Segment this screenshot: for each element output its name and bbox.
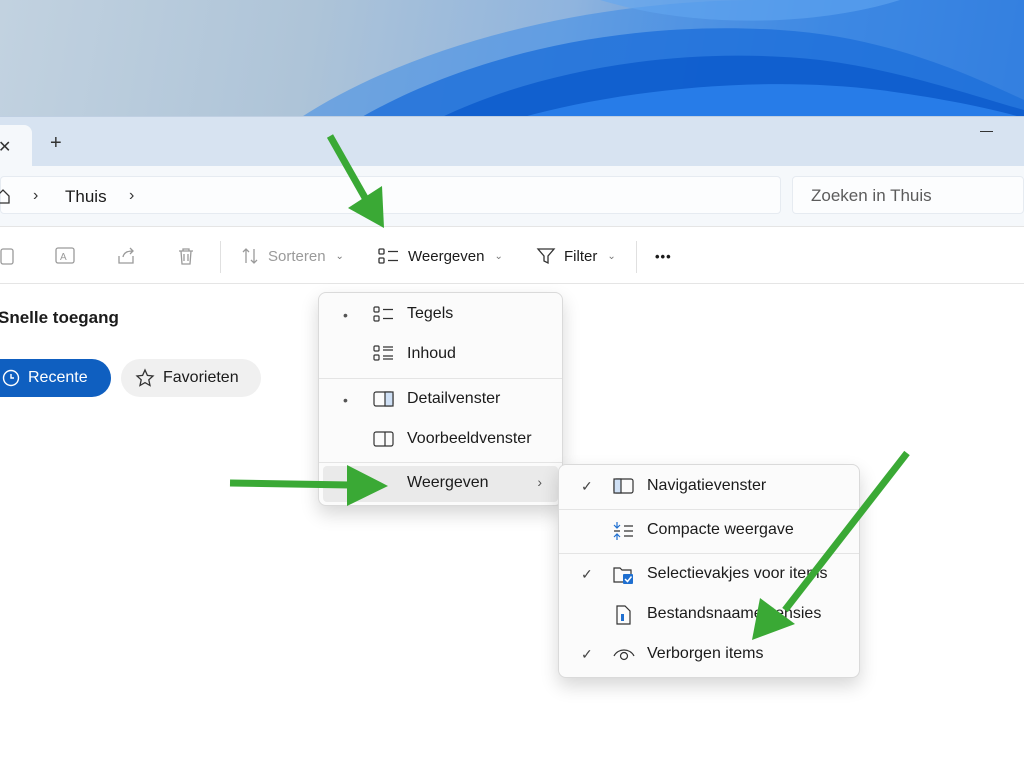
recent-filter-button[interactable]: Recente [0,359,111,397]
menu-item-compact-view[interactable]: Compacte weergave [563,513,855,549]
toolbar-divider [220,241,221,273]
star-icon [135,368,155,387]
chevron-down-icon: ⌄ [607,250,616,262]
tab-home[interactable]: ✕ [0,125,32,167]
view-label: Weergeven [408,247,485,265]
menu-item-tiles[interactable]: • Tegels [323,297,558,333]
share-icon [118,247,134,264]
menu-item-label: Detailvenster [407,390,501,407]
address-row: › Thuis › Zoeken in Thuis [0,166,1024,226]
delete-button[interactable] [176,227,196,285]
section-title: Snelle toegang [0,308,119,327]
menu-separator [319,378,562,379]
menu-item-label: Voorbeeldvenster [407,430,532,447]
menu-item-label: Weergeven [407,474,489,491]
filter-button[interactable]: Filter ⌄ [536,227,616,285]
search-placeholder: Zoeken in Thuis [811,186,932,205]
recent-label: Recente [28,369,88,386]
chevron-down-icon: ⌄ [494,250,503,262]
menu-item-label: Inhoud [407,345,456,362]
menu-item-label: Navigatievenster [647,477,767,494]
chevron-down-icon: ⌄ [335,250,344,262]
menu-item-preview-pane[interactable]: Voorbeeldvenster [323,422,558,458]
checkmark-icon: ✓ [581,646,593,662]
address-bar[interactable]: › Thuis › [0,176,781,214]
home-icon[interactable] [0,188,11,204]
details-pane-icon [373,391,394,407]
desktop-wallpaper [0,0,1024,118]
checkmark-icon: ✓ [581,478,593,494]
breadcrumb[interactable]: Thuis [65,187,107,207]
new-tab-button[interactable]: + [50,133,62,153]
rename-button[interactable]: A [55,227,77,285]
trash-icon [179,248,193,265]
favorites-label: Favorieten [163,369,239,386]
menu-separator [559,509,859,510]
file-extension-icon [616,605,631,625]
tiles-icon [373,306,393,322]
view-button[interactable]: Weergeven ⌄ [378,227,503,285]
share-button[interactable] [116,227,138,285]
search-input[interactable]: Zoeken in Thuis [792,176,1024,214]
compact-view-icon [613,522,633,540]
copy-button[interactable] [0,227,16,285]
close-tab-icon[interactable]: ✕ [0,137,11,157]
preview-pane-icon [373,431,394,447]
menu-item-content[interactable]: Inhoud [323,337,558,373]
view-menu: • Tegels Inhoud • Detailvenster Voorbeel… [318,292,563,506]
sort-button[interactable]: Sorteren ⌄ [240,227,344,285]
copy-icon [0,248,14,265]
sort-icon [242,248,258,264]
sort-label: Sorteren [268,247,326,265]
menu-item-item-checkboxes[interactable]: ✓ Selectievakjes voor items [563,557,855,593]
menu-item-navigation-pane[interactable]: ✓ Navigatievenster [563,469,855,505]
menu-separator [319,462,562,463]
checkbox-icon [613,567,633,584]
selected-bullet: • [343,392,348,408]
command-bar: A Sorteren ⌄ Weergeven ⌄ Filter ⌄ ••• [0,226,1024,284]
navigation-pane-icon [613,478,634,494]
menu-item-label: Verborgen items [647,645,764,662]
menu-item-file-extensions[interactable]: Bestandsnaamextensies [563,597,855,633]
chevron-right-icon[interactable]: › [33,187,38,205]
favorites-filter-button[interactable]: Favorieten [121,359,261,397]
show-submenu: ✓ Navigatievenster Compacte weergave ✓ S… [558,464,860,678]
toolbar-divider [636,241,637,273]
filter-icon [536,248,556,265]
filter-label: Filter [564,247,598,265]
view-icon [378,248,398,264]
more-options-button[interactable]: ••• [655,227,672,285]
menu-item-show[interactable]: Weergeven › [323,466,558,502]
minimize-button[interactable] [980,123,994,137]
menu-separator [559,553,859,554]
eye-icon [613,649,635,661]
menu-item-label: Bestandsnaamextensies [647,605,822,622]
rename-icon: A [55,247,75,264]
menu-item-label: Tegels [407,305,454,322]
menu-item-label: Compacte weergave [647,521,794,538]
menu-item-label: Selectievakjes voor items [647,565,828,582]
menu-item-details-pane[interactable]: • Detailvenster [323,382,558,418]
menu-item-hidden-items[interactable]: ✓ Verborgen items [563,637,855,673]
chevron-right-icon[interactable]: › [129,187,134,205]
chevron-right-icon: › [537,474,542,490]
tab-strip: ✕ + [0,116,1024,167]
svg-text:A: A [60,252,67,263]
selected-bullet: • [343,307,348,323]
clock-icon [2,369,20,387]
checkmark-icon: ✓ [581,566,593,582]
content-icon [373,345,393,361]
